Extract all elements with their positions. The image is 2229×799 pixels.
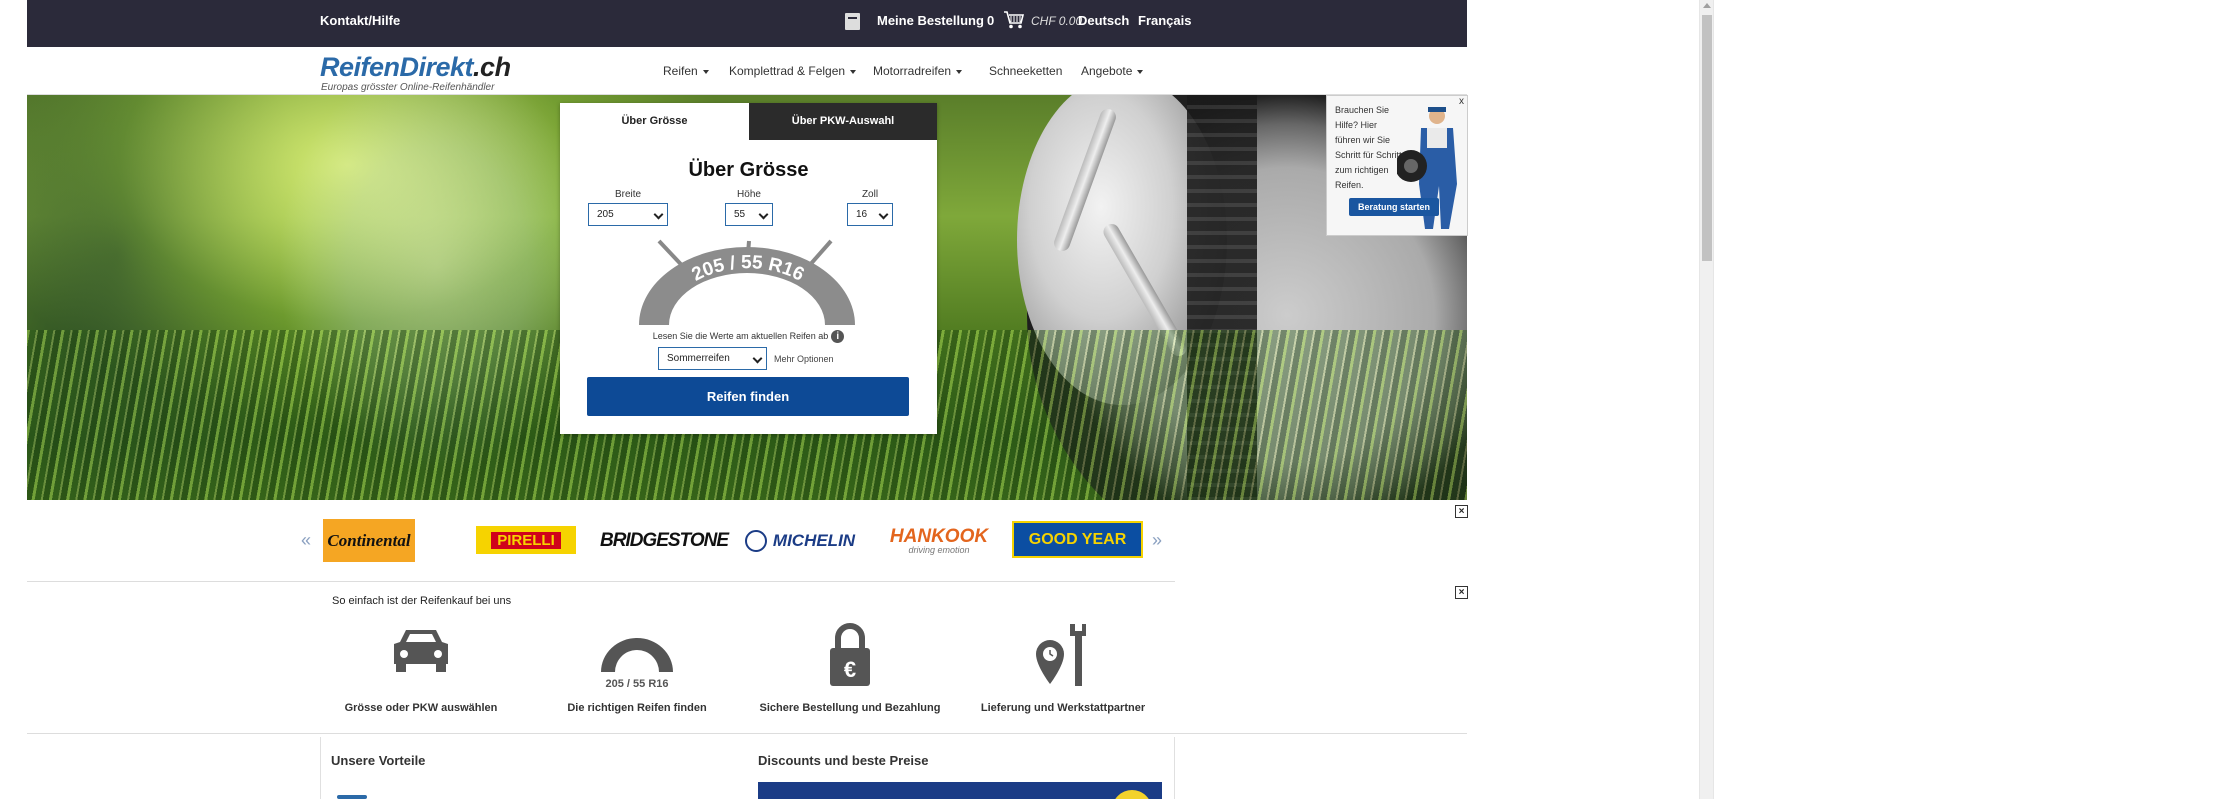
- caret-down-icon: [956, 69, 963, 74]
- my-order-link[interactable]: Meine Bestellung: [877, 13, 984, 28]
- michelin-man-icon: [744, 529, 767, 552]
- nav-item-reifen[interactable]: Reifen: [663, 64, 709, 78]
- nav-label: Reifen: [663, 64, 698, 78]
- lock-euro-icon: €: [830, 623, 870, 686]
- tire-search-panel: Über Grösse Über PKW-Auswahl Über Grösse…: [560, 103, 937, 434]
- tab-by-size[interactable]: Über Grösse: [560, 103, 749, 140]
- contact-help-link[interactable]: Kontakt/Hilfe: [320, 13, 400, 28]
- rim-select[interactable]: 16: [847, 203, 893, 226]
- chevron-down-icon: [752, 353, 763, 364]
- help-widget: x Brauchen Sie Hilfe? Hier führen wir Si…: [1326, 95, 1468, 236]
- chevron-left-icon[interactable]: «: [301, 530, 311, 551]
- width-select[interactable]: 205: [588, 203, 668, 226]
- brand-continental[interactable]: Continental: [323, 519, 415, 562]
- brand-goodyear[interactable]: GOOD YEAR: [1012, 521, 1143, 558]
- order-icon[interactable]: [845, 13, 860, 30]
- chevron-down-icon: [758, 209, 769, 220]
- nav-label: Angebote: [1081, 64, 1133, 78]
- search-title: Über Grösse: [688, 159, 809, 181]
- logo-main-text: ReifenDirekt: [320, 52, 474, 82]
- brand-label: MICHELIN: [772, 530, 856, 550]
- divider: [27, 733, 1467, 734]
- tab-by-car[interactable]: Über PKW-Auswahl: [749, 103, 937, 140]
- steps-title: So einfach ist der Reifenkauf bei uns: [332, 595, 512, 607]
- page-scrollbar[interactable]: [1699, 0, 1714, 799]
- caret-down-icon: [702, 69, 709, 74]
- nav-item-komplettrad[interactable]: Komplettrad & Felgen: [729, 64, 857, 78]
- nav-label: Komplettrad & Felgen: [729, 64, 846, 78]
- logo-tagline: Europas grösster Online-Reifenhändler: [321, 82, 495, 93]
- discounts-title: Discounts und beste Preise: [758, 753, 929, 768]
- cart-count[interactable]: 0: [987, 13, 994, 28]
- logo-tld-text: .ch: [473, 52, 511, 82]
- brand-label: BRIDGESTONE: [599, 529, 729, 551]
- banner-sun-graphic: [1112, 790, 1152, 799]
- our-advantages-title: Unsere Vorteile: [331, 753, 426, 768]
- rim-label: Zoll: [861, 189, 879, 200]
- nav-item-angebote[interactable]: Angebote: [1081, 64, 1144, 78]
- season-select[interactable]: Sommerreifen: [658, 347, 767, 370]
- step-label-delivery: Lieferung und Werkstattpartner: [980, 702, 1146, 714]
- close-brands-button[interactable]: ×: [1455, 505, 1468, 518]
- close-steps-button[interactable]: ×: [1455, 586, 1468, 599]
- divider: [27, 581, 1175, 582]
- step-label-secure-order: Sichere Bestellung und Bezahlung: [759, 702, 941, 714]
- language-german-link[interactable]: Deutsch: [1078, 13, 1129, 28]
- help-text: Brauchen Sie Hilfe? Hier führen wir Sie …: [1335, 105, 1402, 190]
- advantage-icon: [337, 795, 367, 799]
- read-values-hint: Lesen Sie die Werte am aktuellen Reifen …: [560, 330, 937, 343]
- chevron-down-icon: [653, 209, 664, 220]
- nav-item-motorradreifen[interactable]: Motorradreifen: [873, 64, 963, 78]
- main-navigation: ReifenDirekt.ch Europas grösster Online-…: [27, 47, 1467, 95]
- nav-label: Motorradreifen: [873, 64, 952, 78]
- height-select[interactable]: 55: [725, 203, 773, 226]
- step-label-find-tires: Die richtigen Reifen finden: [567, 702, 707, 714]
- find-tires-button[interactable]: Reifen finden: [587, 377, 909, 416]
- caret-down-icon: [1137, 69, 1144, 74]
- location-wrench-icon: [1036, 624, 1086, 686]
- scrollbar-thumb[interactable]: [1702, 15, 1712, 261]
- tire-size-icon: 205 / 55 R16: [601, 638, 673, 690]
- step-label-select-size: Grösse oder PKW auswählen: [344, 702, 498, 714]
- language-french-link[interactable]: Français: [1138, 13, 1191, 28]
- season-select-value: Sommerreifen: [667, 353, 730, 364]
- site-logo[interactable]: ReifenDirekt.ch: [320, 52, 511, 83]
- hint-text: Lesen Sie die Werte am aktuellen Reifen …: [652, 330, 829, 341]
- pirelli-badge: PIRELLI: [476, 526, 576, 554]
- svg-text:€: €: [844, 657, 856, 682]
- height-select-value: 55: [734, 209, 746, 220]
- brand-hankook[interactable]: HANKOOK driving emotion: [873, 519, 1005, 562]
- chevron-down-icon: [878, 209, 889, 220]
- width-select-value: 205: [597, 209, 614, 220]
- brand-label: GOOD YEAR: [1028, 530, 1127, 548]
- start-consultation-button[interactable]: Beratung starten: [1349, 198, 1439, 216]
- cart-total[interactable]: CHF 0.00: [1031, 14, 1082, 28]
- brand-label: PIRELLI: [491, 531, 561, 549]
- tire-size-gauge: 205 / 55 R16: [639, 239, 855, 325]
- tire-size-icon-text: 205 / 55 R16: [606, 678, 669, 690]
- page: Kontakt/Hilfe Meine Bestellung 0 CHF 0.0…: [0, 0, 2229, 799]
- discount-banner[interactable]: [758, 782, 1162, 799]
- width-label: Breite: [614, 189, 642, 200]
- hankook-tagline: driving emotion: [908, 545, 970, 555]
- brand-bridgestone[interactable]: BRIDGESTONE: [598, 519, 730, 562]
- scroll-up-arrow-icon[interactable]: [1703, 3, 1711, 8]
- chevron-right-icon[interactable]: »: [1152, 530, 1162, 551]
- brand-label: Continental: [327, 530, 411, 550]
- caret-down-icon: [850, 69, 857, 74]
- car-icon: [394, 630, 448, 672]
- rim-select-value: 16: [856, 209, 868, 220]
- brand-pirelli[interactable]: PIRELLI: [476, 524, 576, 556]
- more-options-link[interactable]: Mehr Optionen: [774, 354, 834, 364]
- height-label: Höhe: [737, 189, 761, 200]
- brand-michelin[interactable]: MICHELIN: [735, 519, 865, 562]
- top-bar: Kontakt/Hilfe Meine Bestellung 0 CHF 0.0…: [27, 0, 1467, 47]
- info-icon[interactable]: i: [831, 330, 845, 343]
- cart-icon[interactable]: [1003, 10, 1025, 30]
- nav-label: Schneeketten: [989, 64, 1063, 78]
- nav-item-schneeketten[interactable]: Schneeketten: [989, 64, 1062, 78]
